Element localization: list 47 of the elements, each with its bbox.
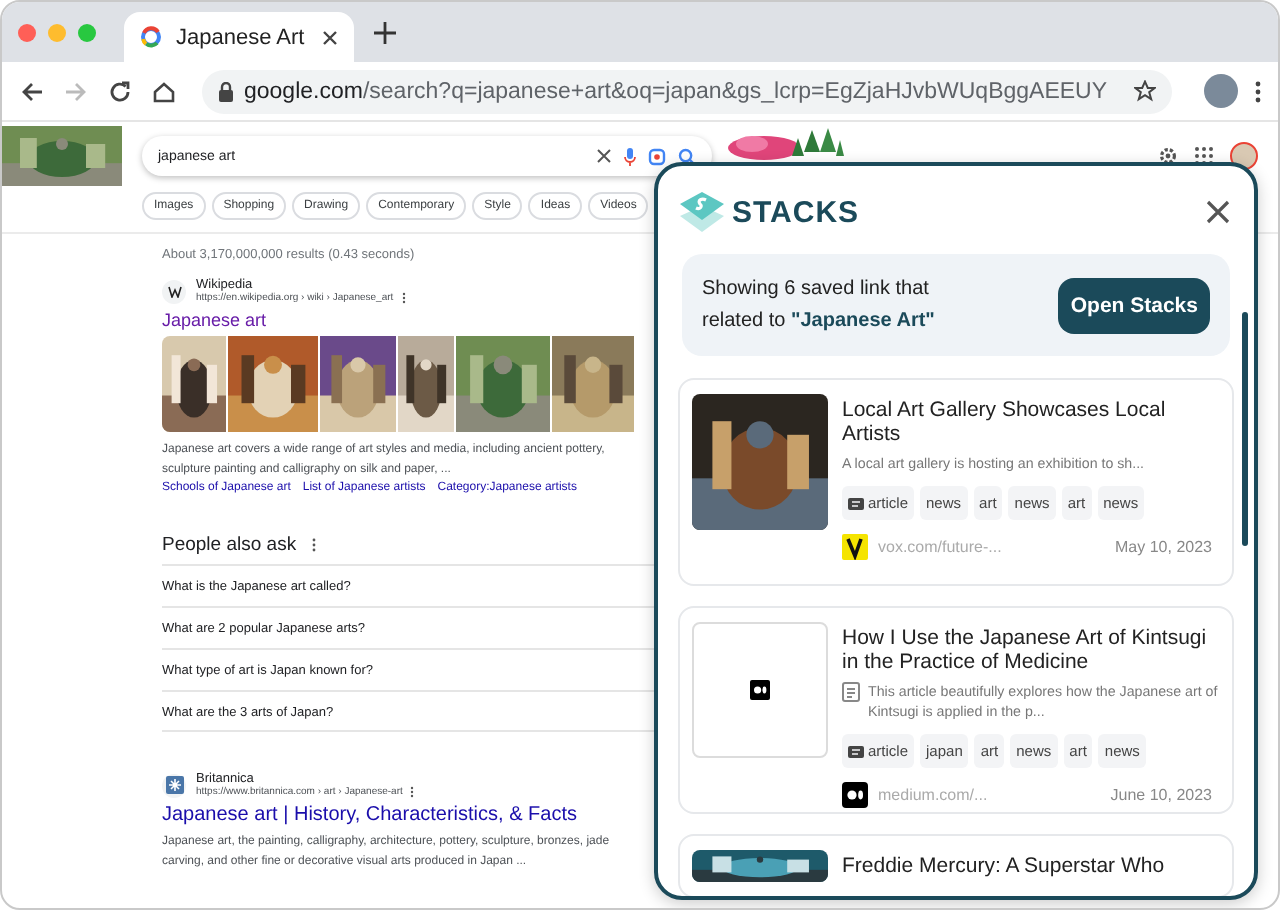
- summary-text: Showing 6 saved link that related to "Japanese Art": [702, 275, 937, 335]
- card-title: Freddie Mercury: A Superstar Who: [842, 854, 1167, 878]
- more-options-icon[interactable]: [312, 538, 317, 552]
- camera-lens-icon[interactable]: [648, 147, 666, 165]
- result-title-link[interactable]: Japanese art | History, Characteristics, & Facts: [162, 804, 654, 826]
- url-host: google.com: [244, 79, 363, 103]
- open-stacks-button[interactable]: Open Stacks: [1058, 277, 1210, 333]
- star-icon[interactable]: [1134, 80, 1156, 102]
- document-icon: [848, 745, 864, 757]
- browser-tab[interactable]: Japanese Art: [124, 12, 354, 62]
- serif-w-icon: [167, 285, 181, 297]
- document-icon: [848, 497, 864, 509]
- letter-v-logo-icon: [842, 534, 868, 560]
- stacks-logo-icon: [678, 190, 726, 234]
- reload-icon[interactable]: [106, 77, 134, 105]
- more-options-icon[interactable]: [401, 292, 406, 304]
- profile-avatar[interactable]: [1204, 74, 1238, 108]
- section-heading: People also ask: [162, 534, 297, 556]
- result-title-link[interactable]: Japanese art: [162, 310, 654, 330]
- two-dots-logo-icon: [750, 680, 770, 700]
- address-bar[interactable]: google.com/search?q=japanese+art&oq=japan&gs_lcrp=EgZjaHJvbWUqBggAEEUY: [202, 69, 1172, 113]
- scrollbar[interactable]: [1242, 312, 1248, 546]
- two-dots-logo-icon: [842, 782, 868, 808]
- clear-icon[interactable]: [596, 148, 612, 164]
- back-arrow-icon[interactable]: [18, 77, 46, 105]
- home-icon[interactable]: [150, 77, 178, 105]
- close-icon[interactable]: [322, 29, 338, 45]
- close-icon[interactable]: [1206, 200, 1230, 224]
- brand-name: STACKS: [732, 195, 860, 229]
- url-path: /search?q=japanese+art&oq=japan&gs_lcrp=EgZjaHJvbWUqBggAEEUY: [362, 79, 1108, 103]
- account-avatar[interactable]: [1230, 142, 1258, 170]
- card-title: How I Use the Japanese Art of Kintsugi in the Practice of Medicine: [842, 626, 1209, 674]
- thistle-emblem-icon: [165, 776, 183, 794]
- more-options-icon[interactable]: [410, 786, 415, 798]
- saved-link-card[interactable]: [678, 606, 1234, 814]
- lock-icon: [218, 81, 234, 101]
- gear-icon[interactable]: [1158, 146, 1178, 166]
- card-title: Local Art Gallery Showcases Local Artists: [842, 398, 1168, 446]
- saved-date: May 10, 2023: [1115, 538, 1212, 556]
- tab-title: Japanese Art: [176, 25, 307, 49]
- microphone-icon[interactable]: [624, 147, 636, 165]
- menu-icon[interactable]: [1254, 79, 1262, 103]
- new-tab-icon[interactable]: [374, 21, 396, 43]
- saved-link-card[interactable]: Freddie Mercury: A Superstar Who: [678, 834, 1234, 896]
- google-icon: [140, 26, 162, 48]
- document-icon: [842, 682, 860, 702]
- saved-date: June 10, 2023: [1110, 786, 1212, 804]
